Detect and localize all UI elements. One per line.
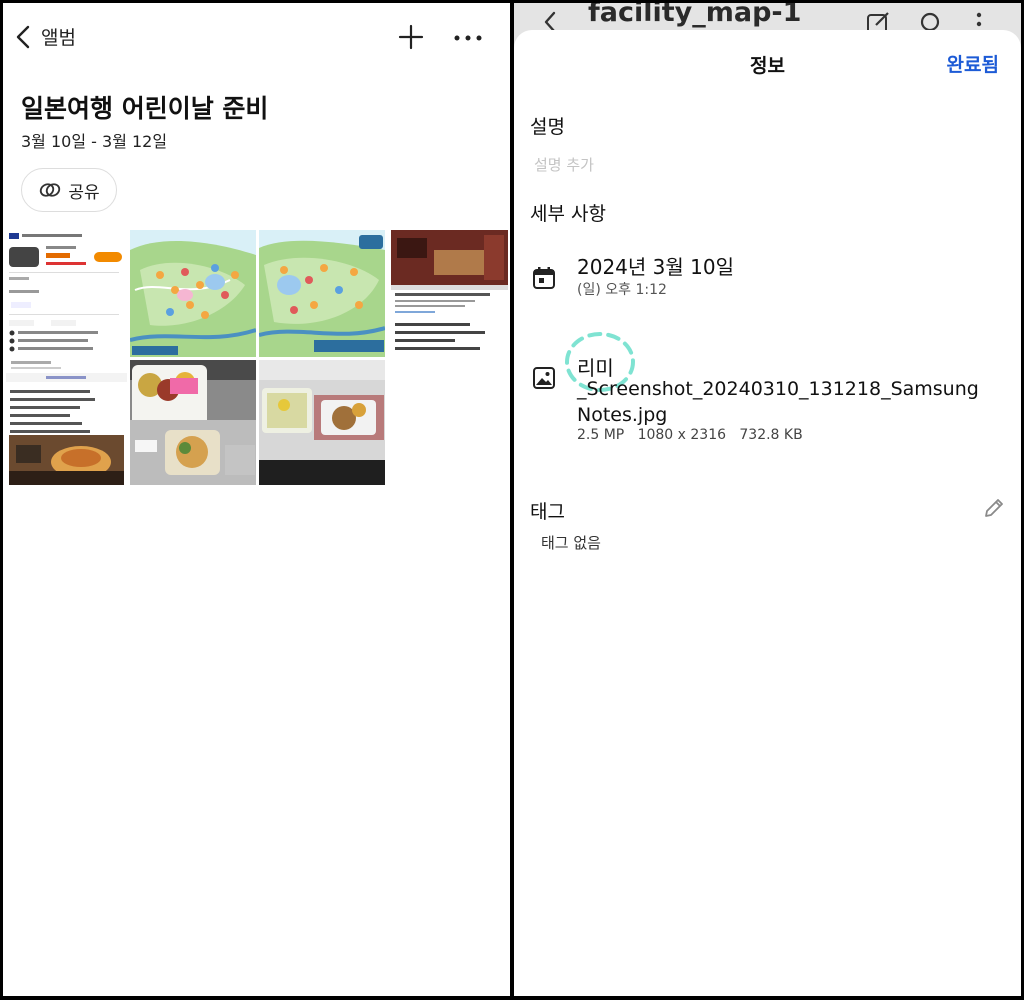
plus-icon[interactable] [398,24,424,50]
album-title: 일본여행 어린이날 준비 [21,94,269,123]
details-label: 세부 사항 [530,203,606,225]
park-map-thumbnail[interactable] [130,230,256,357]
sandwich-meal-graphic [259,360,385,485]
background-app-bar: facility_map-1 [514,3,1021,33]
album-date: 3월 10일 - 3월 12일 [21,132,168,151]
sheet-title: 정보 [750,55,785,77]
description-label: 설명 [530,116,565,138]
date-main: 2024년 3월 10일 [577,255,734,279]
more-icon[interactable] [453,33,483,43]
album-topbar: 앨범 [3,3,510,73]
pencil-icon[interactable] [982,496,1006,520]
park-map-2-graphic [259,230,385,357]
back-label: 앨범 [41,27,76,49]
chevron-left-icon [16,25,30,48]
done-button[interactable]: 완료됨 [947,50,999,77]
info-screen: facility_map-1 정보 완료됨 설명 세부 사항 2024년 3월 … [514,3,1021,996]
park-map-2-thumbnail[interactable] [259,230,385,357]
back-button[interactable]: 앨범 [13,23,76,50]
airline-meal-graphic [130,360,256,485]
calendar-icon [533,267,555,289]
sandwich-meal-thumbnail[interactable] [259,360,385,485]
info-sheet: 정보 완료됨 설명 세부 사항 2024년 3월 10일 (일) 오후 1:12… [514,30,1021,996]
share-button[interactable]: 공유 [21,168,117,212]
airline-meal-thumbnail[interactable] [130,360,256,485]
restaurant-screenshot-graphic [389,230,510,357]
restaurant-screenshot-thumbnail[interactable] [389,230,510,357]
share-link-icon [40,183,61,197]
share-label: 공유 [68,182,100,203]
tags-value: 태그 없음 [541,534,601,552]
date-sub: (일) 오후 1:12 [577,282,667,298]
rental-car-screenshot-graphic [6,230,127,485]
rental-car-screenshot-thumbnail[interactable] [6,230,127,485]
park-map-graphic [130,230,256,357]
description-input[interactable] [534,151,834,179]
background-app-title: facility_map-1 [588,3,802,28]
image-meta: 2.5 MP 1080 x 2316 732.8 KB [577,427,803,443]
image-icon [533,367,555,389]
tags-label: 태그 [530,501,565,523]
album-screen: 앨범 일본여행 어린이날 준비 3월 10일 - 3월 12일 공유 [3,3,510,996]
image-filename: _Screenshot_20240310_131218_Samsung Note… [577,378,979,426]
